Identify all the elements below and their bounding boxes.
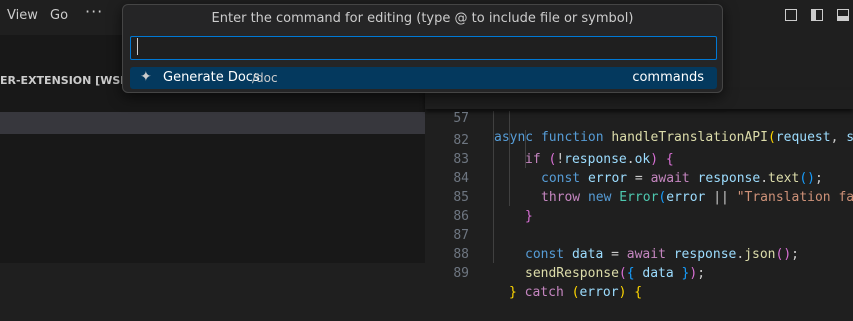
code-line: 85 } <box>425 169 853 224</box>
code-text: } catch (error) { <box>509 285 643 300</box>
palette-title: Enter the command for editing (type @ to… <box>211 11 634 26</box>
code-line: 88 sendResponse({ data }); <box>425 226 853 281</box>
palette-item-generate-docs[interactable]: ✦ Generate Docs /doc commands <box>130 67 717 89</box>
toggle-panel-icon[interactable] <box>837 9 849 21</box>
more-menu-icon[interactable]: ··· <box>85 2 103 21</box>
line-number: 57 <box>453 111 469 126</box>
menu-go[interactable]: Go <box>50 8 68 23</box>
toggle-primary-sidebar-icon[interactable] <box>811 9 823 21</box>
line-number: 89 <box>453 266 469 281</box>
code-line: 86 <box>425 188 853 224</box>
customize-layout-icon[interactable] <box>785 9 797 21</box>
explorer-selected-row[interactable] <box>0 112 425 134</box>
code-line: 87 const data = await response.json(); <box>425 207 853 262</box>
code-line: 89 } catch (error) { <box>425 245 853 300</box>
code-line: 84 throw new Error(error || "Translation… <box>425 150 853 205</box>
code-text: async function handleTranslationAPI(requ… <box>494 130 853 145</box>
code-text: sendResponse({ data }); <box>525 266 706 281</box>
palette-item-description: /doc <box>252 71 278 85</box>
sparkle-icon: ✦ <box>140 69 152 85</box>
text-cursor <box>137 38 138 55</box>
command-palette: Enter the command for editing (type @ to… <box>122 4 723 93</box>
palette-item-category: commands <box>632 70 704 85</box>
palette-item-label: Generate Docs <box>163 70 260 85</box>
command-input[interactable] <box>130 36 717 60</box>
menu-view[interactable]: View <box>7 8 38 23</box>
code-editor[interactable]: 57 async function handleTranslationAPI(r… <box>425 90 853 300</box>
